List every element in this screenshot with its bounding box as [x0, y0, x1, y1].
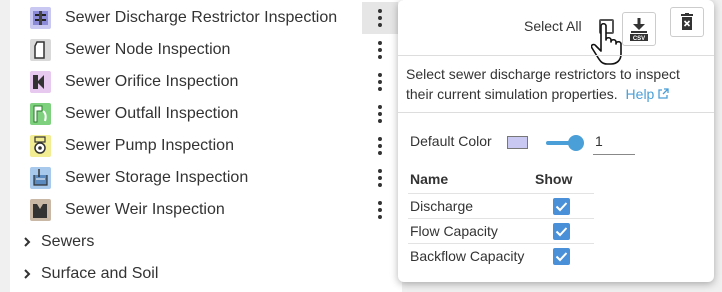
delete-icon — [681, 13, 693, 30]
checkmark-icon — [555, 227, 568, 237]
layer-row-node[interactable]: Sewer Node Inspection — [10, 34, 402, 66]
property-name: Flow Capacity — [410, 223, 498, 239]
layer-row-outfall[interactable]: Sewer Outfall Inspection — [10, 98, 402, 130]
divider — [398, 55, 714, 56]
external-link-icon — [658, 88, 669, 99]
show-checkbox[interactable] — [553, 198, 570, 215]
delete-button[interactable] — [670, 7, 704, 37]
layer-label: Sewer Outfall Inspection — [65, 105, 239, 122]
layer-label: Sewer Orifice Inspection — [65, 73, 239, 90]
chevron-right-icon — [24, 269, 31, 279]
column-header-name: Name — [410, 171, 449, 187]
export-csv-button[interactable]: CSV — [622, 12, 656, 46]
group-surface-and-soil[interactable]: Surface and Soil — [10, 258, 402, 290]
column-header-show: Show — [535, 171, 573, 187]
outfall-icon — [30, 103, 51, 125]
group-label: Sewers — [41, 233, 95, 250]
group-sewers[interactable]: Sewers — [10, 226, 402, 258]
hand-cursor-icon — [591, 22, 622, 65]
opacity-input[interactable]: 1 — [593, 133, 635, 155]
more-options-icon[interactable] — [362, 130, 398, 162]
layer-label: Sewer Discharge Restrictor Inspection — [65, 9, 338, 26]
group-label: Surface and Soil — [41, 265, 159, 282]
layer-row-orifice[interactable]: Sewer Orifice Inspection — [10, 66, 402, 98]
more-options-icon[interactable] — [362, 66, 398, 98]
help-link[interactable]: Help — [626, 86, 670, 102]
layer-label: Sewer Node Inspection — [65, 41, 231, 58]
csv-download-icon: CSV — [630, 18, 648, 42]
layer-label: Sewer Storage Inspection — [65, 169, 249, 186]
table-row: Backflow Capacity — [408, 243, 594, 268]
storage-icon — [30, 167, 51, 189]
layer-options-popup: Select All CSV Select sewer discharge re… — [398, 0, 714, 282]
property-name: Discharge — [410, 198, 474, 214]
layer-row-pump[interactable]: Sewer Pump Inspection — [10, 130, 402, 162]
discharge-restrictor-icon — [30, 7, 51, 29]
layer-row-weir[interactable]: Sewer Weir Inspection — [10, 194, 402, 226]
chevron-right-icon — [24, 237, 31, 247]
layer-row-storage[interactable]: Sewer Storage Inspection — [10, 162, 402, 194]
layer-tree: Sewer Discharge Restrictor Inspection Se… — [10, 0, 402, 292]
svg-text:CSV: CSV — [633, 36, 645, 42]
weir-icon — [30, 199, 51, 221]
property-name: Backflow Capacity — [410, 248, 525, 264]
table-row: Flow Capacity — [408, 218, 594, 243]
checkmark-icon — [555, 202, 568, 212]
layer-label: Sewer Weir Inspection — [65, 201, 225, 218]
more-options-icon[interactable] — [362, 98, 398, 130]
help-label: Help — [625, 86, 655, 102]
table-row: Discharge — [408, 193, 594, 218]
layer-label: Sewer Pump Inspection — [65, 137, 234, 154]
pump-icon — [30, 135, 51, 157]
opacity-slider-thumb[interactable] — [568, 135, 584, 151]
show-checkbox[interactable] — [553, 248, 570, 265]
orifice-icon — [30, 71, 51, 93]
more-options-icon[interactable] — [362, 194, 398, 226]
description: Select sewer discharge restrictors to in… — [406, 64, 706, 104]
divider — [398, 112, 714, 113]
more-options-icon[interactable] — [362, 162, 398, 194]
more-options-icon[interactable] — [362, 34, 398, 66]
more-options-icon[interactable] — [362, 2, 398, 34]
select-all-label: Select All — [524, 18, 582, 34]
default-color-label: Default Color — [410, 133, 492, 149]
show-checkbox[interactable] — [553, 223, 570, 240]
checkmark-icon — [555, 252, 568, 262]
layer-row-discharge-restrictor[interactable]: Sewer Discharge Restrictor Inspection — [10, 2, 402, 34]
default-color-swatch[interactable] — [507, 136, 528, 149]
node-icon — [30, 39, 51, 61]
